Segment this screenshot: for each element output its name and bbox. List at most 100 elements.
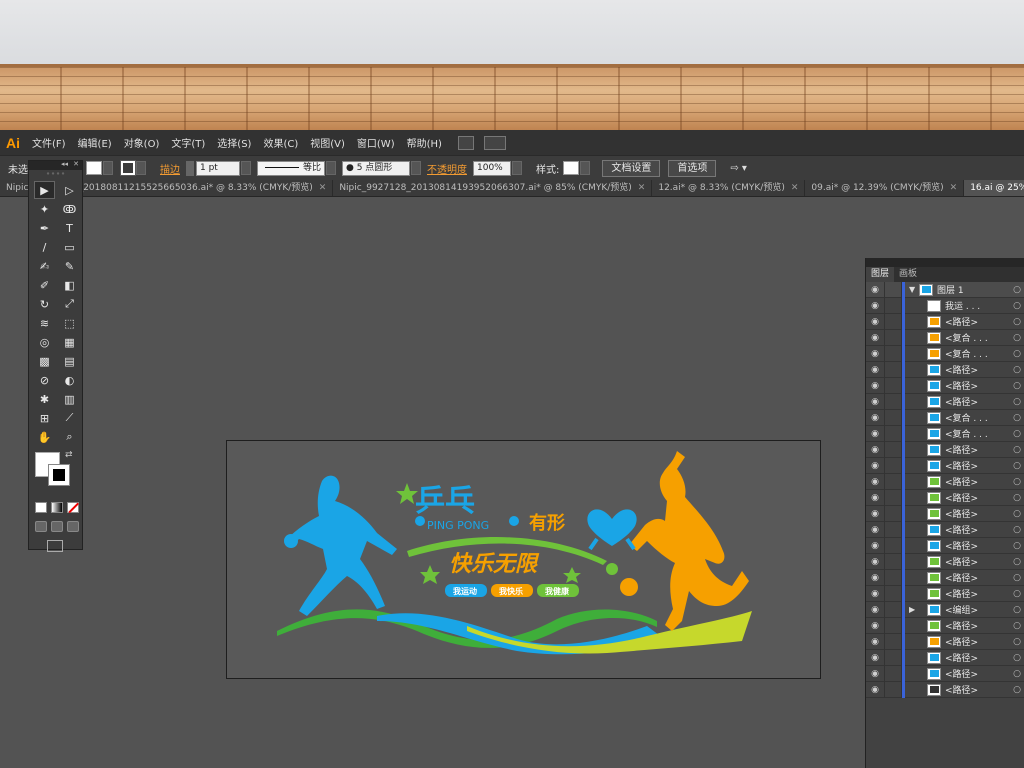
visibility-eye-icon[interactable]: ◉ xyxy=(866,333,884,343)
target-icon[interactable]: ○ xyxy=(1010,605,1024,615)
visibility-eye-icon[interactable]: ◉ xyxy=(866,493,884,503)
item-name[interactable]: <路径> xyxy=(945,363,1010,376)
target-icon[interactable]: ○ xyxy=(1010,669,1024,679)
layer-item-row[interactable]: ◉ <复合 . . . ○ xyxy=(866,329,1024,346)
document-tab[interactable]: 16.ai @ 25% xyxy=(964,180,1024,196)
magic-wand-tool-icon[interactable]: ✦ xyxy=(34,200,55,218)
lock-toggle[interactable] xyxy=(884,537,902,554)
none-mode-icon[interactable] xyxy=(67,502,79,513)
target-icon[interactable]: ○ xyxy=(1010,477,1024,487)
layer-item-row[interactable]: ◉ <路径> ○ xyxy=(866,489,1024,506)
target-icon[interactable]: ○ xyxy=(1010,509,1024,519)
stroke-weight-stepper[interactable] xyxy=(186,160,194,176)
layer-item-row[interactable]: ◉ <路径> ○ xyxy=(866,377,1024,394)
target-icon[interactable]: ○ xyxy=(1010,285,1024,295)
visibility-eye-icon[interactable]: ◉ xyxy=(866,509,884,519)
menu-item[interactable]: 文件(F) xyxy=(26,135,72,150)
visibility-eye-icon[interactable]: ◉ xyxy=(866,285,884,295)
swap-icon[interactable]: ⇄ xyxy=(65,450,73,460)
item-name[interactable]: <路径> xyxy=(945,587,1010,600)
visibility-eye-icon[interactable]: ◉ xyxy=(866,365,884,375)
item-name[interactable]: <路径> xyxy=(945,443,1010,456)
stroke-profile-dropdown[interactable] xyxy=(326,161,336,175)
layer-item-row[interactable]: ◉ <复合 . . . ○ xyxy=(866,425,1024,442)
target-icon[interactable]: ○ xyxy=(1010,413,1024,423)
style-dropdown[interactable] xyxy=(580,161,591,175)
lock-toggle[interactable] xyxy=(884,633,902,650)
color-mode-icon[interactable] xyxy=(35,502,47,513)
item-name[interactable]: <路径> xyxy=(945,315,1010,328)
lasso-tool-icon[interactable]: ↂ xyxy=(59,200,80,218)
visibility-eye-icon[interactable]: ◉ xyxy=(866,573,884,583)
item-name[interactable]: <路径> xyxy=(945,459,1010,472)
target-icon[interactable]: ○ xyxy=(1010,461,1024,471)
item-name[interactable]: <路径> xyxy=(945,539,1010,552)
paintbrush-tool-icon[interactable]: ✍ xyxy=(34,257,55,275)
eyedropper-tool-icon[interactable]: ⊘ xyxy=(34,371,55,389)
item-name[interactable]: <复合 . . . xyxy=(945,411,1010,424)
item-name[interactable]: <路径> xyxy=(945,507,1010,520)
width-tool-icon[interactable]: ≋ xyxy=(34,314,55,332)
layer-item-row[interactable]: ◉ <路径> ○ xyxy=(866,585,1024,602)
target-icon[interactable]: ○ xyxy=(1010,653,1024,663)
target-icon[interactable]: ○ xyxy=(1010,573,1024,583)
direct-selection-tool-icon[interactable]: ▷ xyxy=(59,181,80,199)
target-icon[interactable]: ○ xyxy=(1010,365,1024,375)
lock-toggle[interactable] xyxy=(884,377,902,394)
expand-triangle-icon[interactable]: ▶ xyxy=(909,605,919,614)
layer-name[interactable]: 图层 1 xyxy=(937,283,1010,296)
document-tab[interactable]: Nipic_9927128_20130814193952066307.ai* @… xyxy=(333,180,653,196)
item-name[interactable]: <路径> xyxy=(945,475,1010,488)
lock-toggle[interactable] xyxy=(884,617,902,634)
visibility-eye-icon[interactable]: ◉ xyxy=(866,301,884,311)
selection-tool-icon[interactable]: ▶ xyxy=(34,181,55,199)
screen-mode-icon[interactable] xyxy=(47,540,63,552)
item-name[interactable]: <复合 . . . xyxy=(945,427,1010,440)
visibility-eye-icon[interactable]: ◉ xyxy=(866,541,884,551)
opacity-link[interactable]: 不透明度 xyxy=(427,161,467,176)
visibility-eye-icon[interactable]: ◉ xyxy=(866,445,884,455)
layer-item-row[interactable]: ◉ <路径> ○ xyxy=(866,457,1024,474)
artboard[interactable]: 乒乓 PING PONG 有形 快乐无限 我运动 我快乐 我健康 xyxy=(226,440,821,679)
type-tool-icon[interactable]: T xyxy=(59,219,80,237)
menu-item[interactable]: 帮助(H) xyxy=(401,135,448,150)
stroke-weight-field[interactable]: 1 pt xyxy=(196,160,240,176)
lock-toggle[interactable] xyxy=(884,313,902,330)
layer-item-row[interactable]: ◉ <路径> ○ xyxy=(866,553,1024,570)
layer-item-row[interactable]: ◉ <路径> ○ xyxy=(866,633,1024,650)
lock-toggle[interactable] xyxy=(884,473,902,490)
lock-toggle[interactable] xyxy=(884,505,902,522)
tab-layers[interactable]: 图层 xyxy=(866,267,895,282)
perspective-grid-tool-icon[interactable]: ▦ xyxy=(59,333,80,351)
lock-toggle[interactable] xyxy=(884,281,902,298)
target-icon[interactable]: ○ xyxy=(1010,589,1024,599)
layer-item-row[interactable]: ◉ <路径> ○ xyxy=(866,681,1024,698)
layer-item-row[interactable]: ◉ <路径> ○ xyxy=(866,569,1024,586)
item-name[interactable]: <路径> xyxy=(945,683,1010,696)
item-name[interactable]: <路径> xyxy=(945,651,1010,664)
menu-item[interactable]: 选择(S) xyxy=(211,135,257,150)
scale-tool-icon[interactable]: ⤢ xyxy=(59,295,80,313)
visibility-eye-icon[interactable]: ◉ xyxy=(866,381,884,391)
item-name[interactable]: <路径> xyxy=(945,491,1010,504)
target-icon[interactable]: ○ xyxy=(1010,685,1024,695)
lock-toggle[interactable] xyxy=(884,297,902,314)
visibility-eye-icon[interactable]: ◉ xyxy=(866,429,884,439)
layer-item-row[interactable]: ◉ <路径> ○ xyxy=(866,473,1024,490)
stroke-dropdown[interactable] xyxy=(136,161,146,175)
layer-item-row[interactable]: ◉ <路径> ○ xyxy=(866,361,1024,378)
menu-item[interactable]: 编辑(E) xyxy=(72,135,118,150)
blend-tool-icon[interactable]: ◐ xyxy=(59,371,80,389)
style-swatch[interactable] xyxy=(563,161,580,175)
lock-toggle[interactable] xyxy=(884,649,902,666)
menu-item[interactable]: 窗口(W) xyxy=(351,135,401,150)
brush-dropdown[interactable] xyxy=(411,161,421,175)
visibility-eye-icon[interactable]: ◉ xyxy=(866,669,884,679)
fill-swatch[interactable] xyxy=(86,161,102,175)
target-icon[interactable]: ○ xyxy=(1010,397,1024,407)
visibility-eye-icon[interactable]: ◉ xyxy=(866,605,884,615)
layer-item-row[interactable]: ◉ <路径> ○ xyxy=(866,537,1024,554)
item-name[interactable]: <路径> xyxy=(945,619,1010,632)
fill-dropdown[interactable] xyxy=(103,161,113,175)
visibility-eye-icon[interactable]: ◉ xyxy=(866,397,884,407)
